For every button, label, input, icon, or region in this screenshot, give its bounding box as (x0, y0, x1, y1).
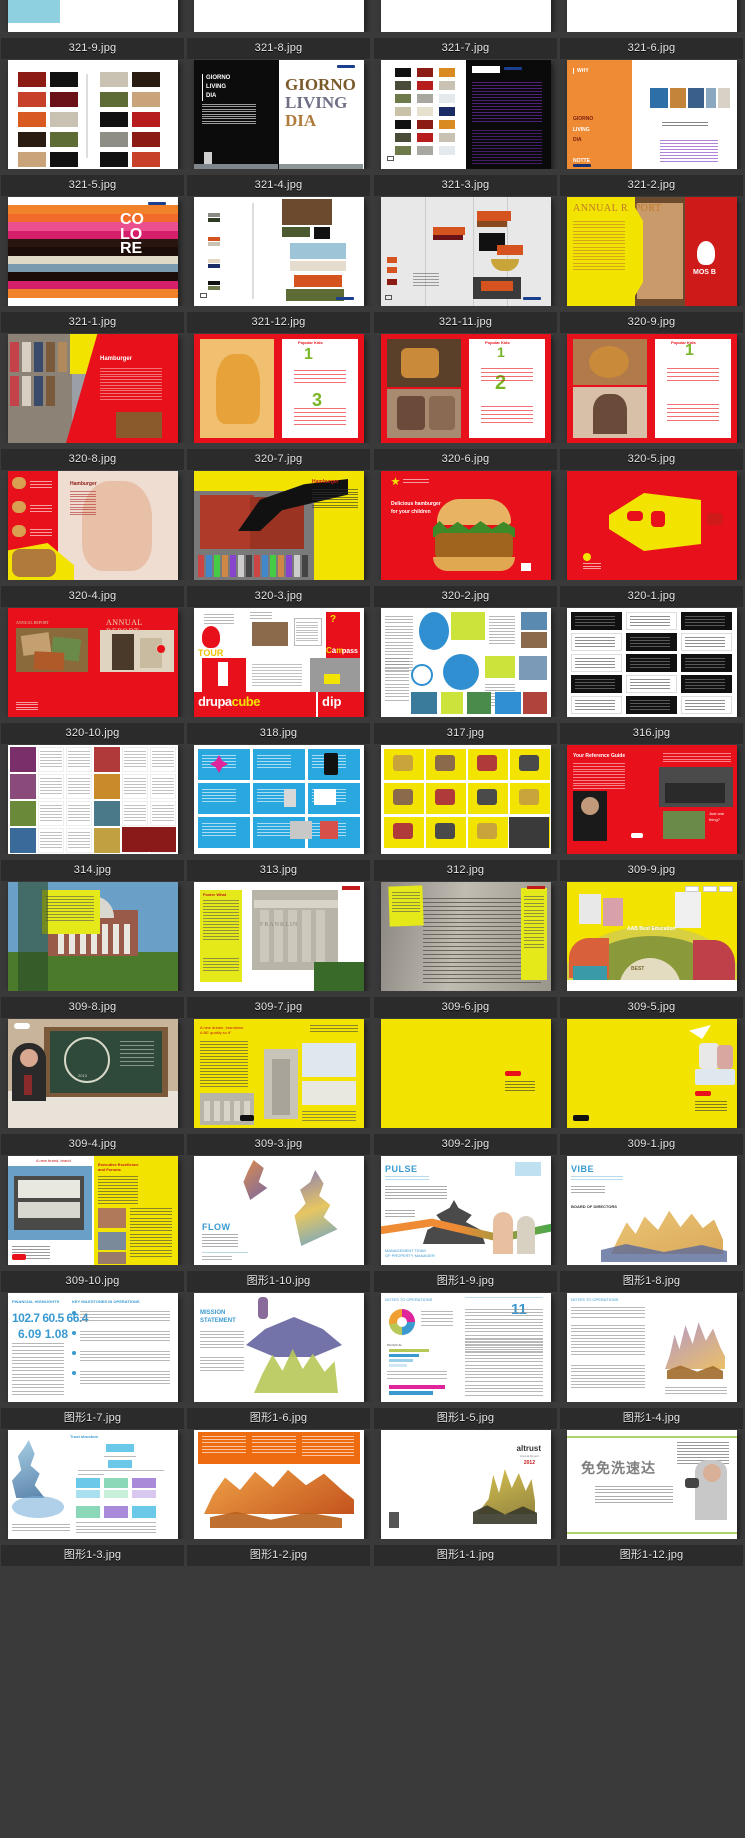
thumbnail-image[interactable]: ANNUAL REPORT MOS B (559, 197, 745, 306)
thumbnail-image[interactable]: Hamburger (0, 334, 186, 443)
thumbnail-filename-label[interactable]: 320-3.jpg (187, 586, 370, 607)
thumbnail-filename-label[interactable]: 309-1.jpg (560, 1134, 743, 1155)
thumbnail-filename-label[interactable]: 图形1-10.jpg (187, 1271, 370, 1292)
thumbnail-filename-label[interactable]: 318.jpg (187, 723, 370, 744)
thumbnail-filename-label[interactable]: 321-12.jpg (187, 312, 370, 333)
thumbnail-filename-label[interactable]: 图形1-5.jpg (374, 1408, 557, 1429)
thumbnail-filename-label[interactable]: 图形1-6.jpg (187, 1408, 370, 1429)
thumbnail-filename-label[interactable]: 321-4.jpg (187, 175, 370, 196)
thumbnail-filename-label[interactable]: 313.jpg (187, 860, 370, 881)
thumbnail-image[interactable] (559, 471, 745, 580)
thumbnail-filename-label[interactable]: 321-6.jpg (560, 38, 743, 59)
thumbnail-image[interactable] (559, 608, 745, 717)
thumbnail-image[interactable]: WHY GIORNOLIVINGDIANOTTENOCHE (559, 60, 745, 169)
thumbnail-image[interactable] (559, 0, 745, 32)
thumbnail-filename-label[interactable]: 图形1-7.jpg (1, 1408, 184, 1429)
thumbnail-filename-label[interactable]: 309-2.jpg (374, 1134, 557, 1155)
thumbnail-image[interactable]: FLOW (186, 1156, 372, 1265)
thumbnail-filename-label[interactable]: 图形1-2.jpg (187, 1545, 370, 1566)
thumbnail-filename-label[interactable]: 图形1-9.jpg (374, 1271, 557, 1292)
thumbnail-image[interactable]: Hamburger (0, 471, 186, 580)
thumbnail-image[interactable] (0, 745, 186, 854)
thumbnail-filename-label[interactable]: 314.jpg (1, 860, 184, 881)
thumbnail-filename-label[interactable]: 321-11.jpg (374, 312, 557, 333)
thumbnail-filename-label[interactable]: 321-5.jpg (1, 175, 184, 196)
thumbnail-image[interactable]: MISSION STATEMENT (186, 1293, 372, 1402)
thumbnail-image[interactable]: NOTES TO OPERATIONS (559, 1293, 745, 1402)
thumbnail-image[interactable]: BEST AAB Best Education (559, 882, 745, 991)
thumbnail-filename-label[interactable]: 321-1.jpg (1, 312, 184, 333)
thumbnail-image[interactable] (0, 60, 186, 169)
thumbnail-image[interactable] (373, 882, 559, 991)
thumbnail-filename-label[interactable]: 309-5.jpg (560, 997, 743, 1018)
thumbnail-filename-label[interactable]: 320-8.jpg (1, 449, 184, 470)
thumbnail-filename-label[interactable]: 图形1-1.jpg (374, 1545, 557, 1566)
thumbnail-image[interactable]: TOUR? Cam pass drupacube dip (186, 608, 372, 717)
thumbnail-image[interactable]: Popular Kids 1 3 (186, 334, 372, 443)
thumbnail-filename-label[interactable]: 320-10.jpg (1, 723, 184, 744)
thumbnail-filename-label[interactable]: 321-9.jpg (1, 38, 184, 59)
thumbnail-image[interactable] (0, 882, 186, 991)
thumbnail-filename-label[interactable]: 309-3.jpg (187, 1134, 370, 1155)
thumbnail-filename-label[interactable]: 320-6.jpg (374, 449, 557, 470)
thumbnail-filename-label[interactable]: 321-3.jpg (374, 175, 557, 196)
thumbnail-image[interactable]: Popular Kids 1 2 (373, 334, 559, 443)
thumbnail-filename-label[interactable]: 309-4.jpg (1, 1134, 184, 1155)
thumbnail-filename-label[interactable]: 321-7.jpg (374, 38, 557, 59)
thumbnail-filename-label[interactable]: 图形1-3.jpg (1, 1545, 184, 1566)
thumbnail-image[interactable] (373, 745, 559, 854)
thumbnail-filename-label[interactable]: 309-8.jpg (1, 997, 184, 1018)
thumbnail-image[interactable] (186, 197, 372, 306)
thumbnail-image[interactable]: ANNUAL REPORTANNUAL REPORT (0, 608, 186, 717)
thumbnail-image[interactable]: VIBE BOARD OF DIRECTORS (559, 1156, 745, 1265)
thumbnail-filename-label[interactable]: 320-4.jpg (1, 586, 184, 607)
thumbnail-image[interactable] (186, 1430, 372, 1539)
thumbnail-filename-label[interactable]: 320-7.jpg (187, 449, 370, 470)
thumbnail-image[interactable]: 2013 (0, 1019, 186, 1128)
thumbnail-filename-label[interactable]: 309-7.jpg (187, 997, 370, 1018)
thumbnail-image[interactable] (559, 1019, 745, 1128)
thumbnail-filename-label[interactable]: 309-10.jpg (1, 1271, 184, 1292)
thumbnail-filename-label[interactable]: 320-1.jpg (560, 586, 743, 607)
thumbnail-image[interactable]: NOTES TO OPERATIONS11REVENUE (373, 1293, 559, 1402)
thumbnail-image[interactable] (373, 0, 559, 32)
thumbnail-image[interactable]: FINANCIAL HIGHLIGHTS KEY MILESTONES IN OP… (0, 1293, 186, 1402)
thumbnail-image[interactable] (373, 1019, 559, 1128)
thumbnail-filename-label[interactable]: 321-8.jpg (187, 38, 370, 59)
thumbnail-image[interactable] (186, 745, 372, 854)
thumbnail-image[interactable]: A new brand, brand Executive Excellence an… (0, 1156, 186, 1265)
thumbnail-image[interactable]: A new dream, brandnew A BE quality so it" (186, 1019, 372, 1128)
thumbnail-filename-label[interactable]: 图形1-8.jpg (560, 1271, 743, 1292)
thumbnail-image[interactable]: Popular Kids 1 (559, 334, 745, 443)
thumbnail-image[interactable]: GIORNO LIVING DIA GIORNO LIVING DIA (186, 60, 372, 169)
thumbnail-image[interactable]: Delicious hamburger for your children (373, 471, 559, 580)
thumbnail-image[interactable]: FRANKLIN Foster What (186, 882, 372, 991)
thumbnail-image[interactable] (373, 197, 559, 306)
thumbnail-filename-label[interactable]: 图形1-12.jpg (560, 1545, 743, 1566)
thumbnail-filename-label[interactable]: 320-5.jpg (560, 449, 743, 470)
thumbnail-image[interactable]: CO LO RE (0, 197, 186, 306)
thumbnail-image[interactable]: PULSE MANAGEMENT TEAM OF PROPERTY MANAGER (373, 1156, 559, 1265)
thumbnail-filename-label[interactable]: 320-2.jpg (374, 586, 557, 607)
thumbnail-image[interactable]: Hamburger (186, 471, 372, 580)
thumbnail-filename-label[interactable]: 316.jpg (560, 723, 743, 744)
thumbnail-filename-label[interactable]: 312.jpg (374, 860, 557, 881)
thumbnail-filename-label[interactable]: 320-9.jpg (560, 312, 743, 333)
thumbnail-filename-label[interactable]: 309-6.jpg (374, 997, 557, 1018)
thumbnail-image[interactable]: Trust structure (0, 1430, 186, 1539)
thumbnail-image[interactable] (373, 608, 559, 717)
thumbnail-image[interactable] (0, 0, 186, 32)
thumbnail-grid[interactable]: 321-9.jpg 321-8.jpg 321-7.jpg 321-6.jpg 321-… (0, 0, 745, 1838)
thumbnail-filename-label[interactable]: 317.jpg (374, 723, 557, 744)
thumbnail-image[interactable] (373, 60, 559, 169)
thumbnail-filename-label[interactable]: 321-2.jpg (560, 175, 743, 196)
thumbnail-image[interactable]: altrust Annual Report 2012 (373, 1430, 559, 1539)
thumbnail-image[interactable] (186, 0, 372, 32)
thumbnail-image[interactable]: Your Reference Guide Just one thing? (559, 745, 745, 854)
thumbnail-filename-label[interactable]: 图形1-4.jpg (560, 1408, 743, 1429)
thumbnail-image[interactable]: 免免洗速达 (559, 1430, 745, 1539)
thumbnail-filename-label[interactable]: 309-9.jpg (560, 860, 743, 881)
